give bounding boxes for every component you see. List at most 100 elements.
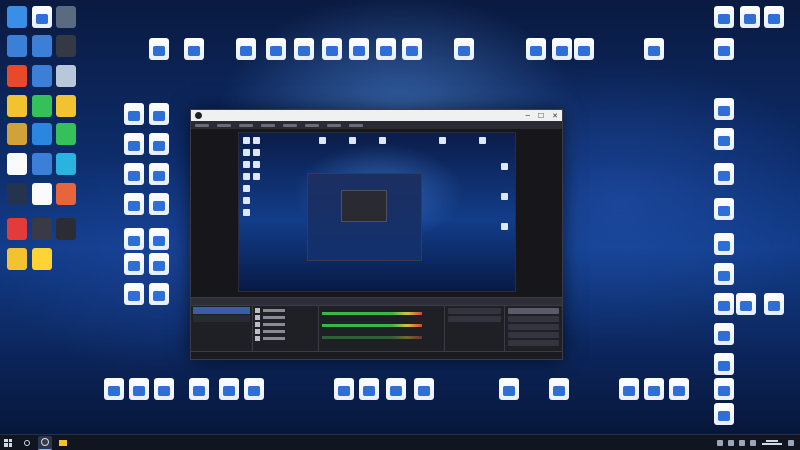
source-item[interactable] (255, 307, 316, 313)
obs-title-bar[interactable]: ─ ☐ ✕ (191, 110, 562, 121)
desktop-shortcut[interactable] (3, 62, 31, 90)
desktop-file[interactable] (232, 35, 260, 63)
desktop-file[interactable] (120, 100, 148, 128)
taskbar-app[interactable] (56, 436, 70, 450)
mixer-channel[interactable] (322, 320, 441, 330)
desktop-file[interactable] (382, 375, 410, 403)
desktop-shortcut[interactable] (3, 3, 31, 31)
scene-item[interactable] (193, 307, 250, 314)
network-icon[interactable] (728, 439, 734, 446)
desktop-file[interactable] (710, 3, 738, 31)
mixer-channel[interactable] (322, 308, 441, 318)
transition-select[interactable] (448, 308, 501, 314)
desktop-file[interactable] (710, 350, 738, 378)
desktop-file[interactable] (318, 35, 346, 63)
desktop-file[interactable] (120, 225, 148, 253)
desktop-file[interactable] (710, 375, 738, 403)
volume-icon[interactable] (739, 439, 745, 446)
start-recording-button[interactable] (508, 316, 559, 322)
desktop-shortcut[interactable] (3, 120, 31, 148)
desktop-file[interactable] (710, 195, 738, 223)
desktop-file[interactable] (345, 35, 373, 63)
desktop-file[interactable] (710, 35, 738, 63)
desktop-shortcut[interactable] (52, 32, 80, 60)
desktop-file[interactable] (710, 400, 738, 428)
source-item[interactable] (255, 335, 316, 341)
menu-item-docks[interactable] (261, 123, 275, 127)
desktop-file[interactable] (410, 375, 438, 403)
desktop-shortcut[interactable] (52, 215, 80, 243)
desktop-shortcut[interactable] (52, 62, 80, 90)
desktop-file[interactable] (522, 35, 550, 63)
desktop-shortcut[interactable] (28, 245, 56, 273)
menu-item-help[interactable] (349, 123, 363, 127)
desktop-file[interactable] (120, 130, 148, 158)
mixer-channel[interactable] (322, 332, 441, 342)
desktop-file[interactable] (710, 125, 738, 153)
desktop-file[interactable] (710, 160, 738, 188)
desktop-shortcut[interactable] (52, 150, 80, 178)
notification-icon[interactable] (788, 439, 794, 446)
source-item[interactable] (255, 328, 316, 334)
desktop-shortcut[interactable] (3, 32, 31, 60)
desktop-file[interactable] (710, 260, 738, 288)
desktop-file[interactable] (145, 280, 173, 308)
transition-duration[interactable] (448, 316, 501, 322)
desktop-file[interactable] (640, 35, 668, 63)
taskbar-search[interactable] (20, 436, 34, 450)
menu-item-file[interactable] (195, 123, 209, 127)
tray-arrow-icon[interactable] (717, 439, 723, 446)
desktop-shortcut[interactable] (52, 3, 80, 31)
desktop-file[interactable] (665, 375, 693, 403)
desktop-file[interactable] (640, 375, 668, 403)
desktop-file[interactable] (355, 375, 383, 403)
obs-window[interactable]: ─ ☐ ✕ (190, 109, 563, 360)
desktop-file[interactable] (145, 225, 173, 253)
desktop-file[interactable] (180, 35, 208, 63)
desktop-shortcut[interactable] (52, 120, 80, 148)
desktop-file[interactable] (145, 190, 173, 218)
desktop-file[interactable] (145, 130, 173, 158)
virtual-camera-button[interactable] (508, 324, 559, 330)
desktop-shortcut[interactable] (3, 180, 31, 208)
desktop-file[interactable] (145, 160, 173, 188)
desktop-file[interactable] (372, 35, 400, 63)
desktop-file[interactable] (330, 375, 358, 403)
desktop-shortcut[interactable] (52, 180, 80, 208)
desktop-file[interactable] (150, 375, 178, 403)
close-icon[interactable]: ✕ (552, 112, 558, 120)
settings-button[interactable] (508, 340, 559, 346)
desktop-file[interactable] (120, 250, 148, 278)
desktop-file[interactable] (710, 320, 738, 348)
desktop-shortcut[interactable] (3, 92, 31, 120)
desktop-file[interactable] (398, 35, 426, 63)
desktop-file[interactable] (495, 375, 523, 403)
desktop-shortcut[interactable] (52, 92, 80, 120)
desktop-file[interactable] (145, 250, 173, 278)
menu-item-profile[interactable] (283, 123, 297, 127)
desktop-file[interactable] (290, 35, 318, 63)
desktop-file[interactable] (145, 100, 173, 128)
desktop-file[interactable] (100, 375, 128, 403)
desktop-file[interactable] (120, 160, 148, 188)
source-item[interactable] (255, 321, 316, 327)
desktop-file[interactable] (262, 35, 290, 63)
desktop-file[interactable] (120, 280, 148, 308)
input-method-icon[interactable] (750, 439, 756, 446)
source-item[interactable] (255, 314, 316, 320)
clock[interactable] (761, 440, 783, 445)
desktop-file[interactable] (215, 375, 243, 403)
desktop-file[interactable] (760, 3, 788, 31)
desktop-shortcut[interactable] (3, 150, 31, 178)
desktop-file[interactable] (145, 35, 173, 63)
start-button[interactable] (0, 435, 16, 450)
desktop-shortcut[interactable] (3, 245, 31, 273)
desktop-file[interactable] (615, 375, 643, 403)
desktop-file[interactable] (125, 375, 153, 403)
maximize-icon[interactable]: ☐ (538, 112, 544, 120)
desktop-file[interactable] (240, 375, 268, 403)
desktop-file[interactable] (732, 290, 760, 318)
preview-canvas[interactable] (238, 132, 516, 292)
menu-item-scene-collection[interactable] (305, 123, 319, 127)
minimize-icon[interactable]: ─ (526, 112, 530, 120)
